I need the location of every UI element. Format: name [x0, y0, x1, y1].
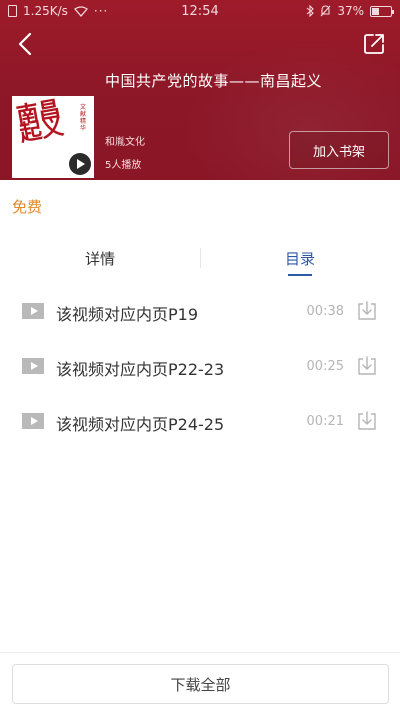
list-item[interactable]: 该视频对应内页P24-25 00:21 [0, 395, 400, 450]
status-bar: 1.25K/s ··· 12:54 37% [0, 0, 400, 22]
play-count: 5人播放 [105, 160, 142, 171]
list-item[interactable]: 该视频对应内页P22-23 00:25 [0, 340, 400, 395]
play-icon[interactable] [22, 303, 44, 319]
download-icon[interactable] [356, 300, 378, 322]
cover-side-text: 文献精华 [80, 104, 87, 132]
episode-list: 该视频对应内页P19 00:38 该视频对应内页P22-23 00:25 该视频… [0, 285, 400, 450]
book-cover[interactable]: 南昌起义 文献精华 [12, 96, 94, 178]
bottom-bar: 下载全部 [0, 652, 400, 711]
wifi-icon [73, 5, 88, 17]
publisher-name: 和胤文化 [105, 137, 145, 148]
download-all-button[interactable]: 下载全部 [12, 664, 389, 704]
network-speed: 1.25K/s [23, 4, 68, 18]
episode-duration: 00:25 [306, 359, 344, 374]
book-title: 中国共产党的故事——南昌起义 [105, 72, 323, 90]
episode-title: 该视频对应内页P24-25 [56, 415, 225, 434]
mute-icon [320, 5, 331, 17]
download-icon[interactable] [356, 410, 378, 432]
active-tab-indicator [288, 274, 312, 276]
price-label: 免费 [12, 198, 43, 216]
share-icon[interactable] [362, 32, 386, 56]
play-icon[interactable] [22, 358, 44, 374]
sim-card-icon [8, 5, 17, 17]
tab-details[interactable]: 详情 [0, 236, 200, 280]
book-header: 1.25K/s ··· 12:54 37% 中国共产党的故事——南昌起义 南昌起… [0, 0, 400, 180]
battery-icon [370, 5, 394, 17]
add-to-shelf-button[interactable]: 加入书架 [289, 131, 389, 169]
download-icon[interactable] [356, 355, 378, 377]
cover-play-icon[interactable] [69, 153, 91, 175]
episode-duration: 00:21 [306, 414, 344, 429]
episode-title: 该视频对应内页P19 [56, 305, 199, 324]
status-time: 12:54 [181, 3, 219, 19]
tab-bar: 详情 目录 [0, 236, 400, 280]
list-item[interactable]: 该视频对应内页P19 00:38 [0, 285, 400, 340]
cover-title: 南昌起义 [14, 96, 66, 147]
battery-percent: 37% [337, 4, 364, 18]
episode-title: 该视频对应内页P22-23 [56, 360, 225, 379]
bluetooth-icon [306, 5, 315, 17]
more-dots-icon: ··· [93, 4, 109, 18]
episode-duration: 00:38 [306, 304, 344, 319]
back-icon[interactable] [14, 32, 38, 56]
play-icon[interactable] [22, 413, 44, 429]
